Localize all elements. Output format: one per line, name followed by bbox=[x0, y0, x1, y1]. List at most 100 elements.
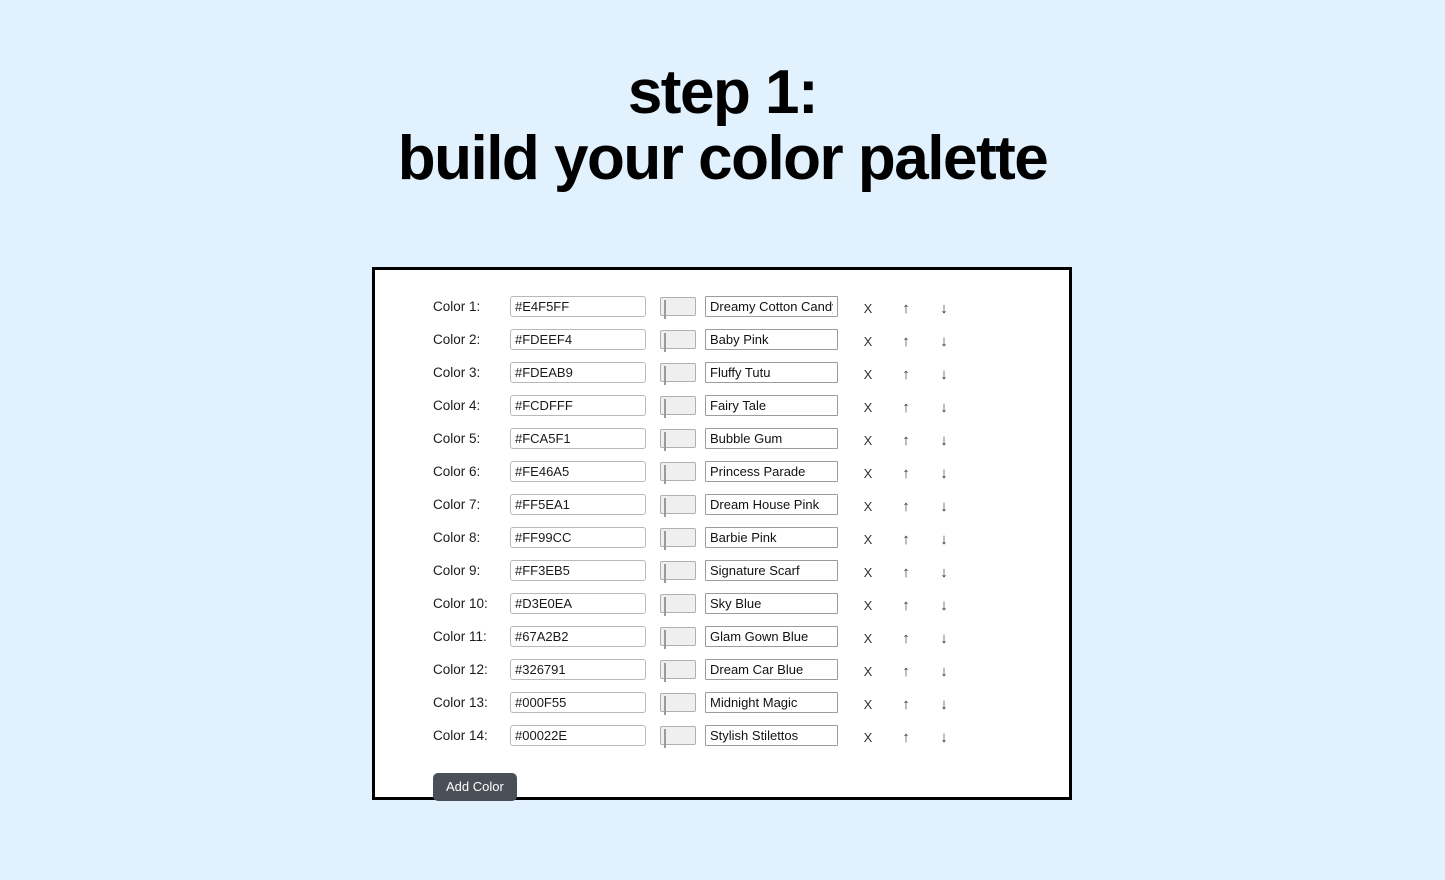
add-color-button[interactable]: Add Color bbox=[433, 773, 517, 801]
color-swatch-picker[interactable] bbox=[660, 330, 696, 352]
color-name-input[interactable] bbox=[705, 593, 838, 614]
color-swatch-fill bbox=[664, 333, 666, 352]
color-row: Color 6: X ↑ ↓ bbox=[433, 455, 952, 488]
move-down-arrow-icon[interactable]: ↓ bbox=[936, 466, 952, 481]
move-down-arrow-icon[interactable]: ↓ bbox=[936, 697, 952, 712]
color-swatch-picker[interactable] bbox=[660, 660, 696, 682]
move-up-arrow-icon[interactable]: ↑ bbox=[898, 631, 914, 646]
hex-value-input[interactable] bbox=[510, 626, 646, 647]
remove-color-button[interactable]: X bbox=[860, 698, 876, 711]
color-swatch-picker[interactable] bbox=[660, 594, 696, 616]
color-swatch-picker[interactable] bbox=[660, 495, 696, 517]
hex-value-input[interactable] bbox=[510, 395, 646, 416]
color-palette-card: Color 1:X↑↓Color 2:X↑↓Color 3:X↑↓Color 4… bbox=[372, 267, 1072, 801]
color-swatch-picker[interactable] bbox=[660, 462, 696, 484]
move-up-arrow-icon[interactable]: ↑ bbox=[898, 499, 914, 514]
move-down-arrow-icon[interactable]: ↓ bbox=[936, 664, 952, 679]
remove-color-button[interactable]: X bbox=[860, 302, 876, 315]
move-down-arrow-icon[interactable]: ↓ bbox=[936, 532, 952, 547]
page-title-line-2: build your color palette bbox=[397, 124, 1049, 193]
color-name-input[interactable] bbox=[705, 296, 838, 317]
color-swatch-picker[interactable] bbox=[660, 693, 696, 715]
color-name-input[interactable] bbox=[705, 692, 838, 713]
move-up-arrow-icon[interactable]: ↑ bbox=[898, 301, 914, 316]
color-name-input[interactable] bbox=[705, 329, 838, 350]
move-up-arrow-icon[interactable]: ↑ bbox=[898, 598, 914, 613]
move-down-arrow-icon[interactable]: ↓ bbox=[936, 400, 952, 415]
color-row-label: Color 4: bbox=[433, 398, 481, 413]
hex-value-input[interactable] bbox=[510, 428, 646, 449]
hex-value-input[interactable] bbox=[510, 461, 646, 482]
color-row: Color 1: X ↑ ↓ bbox=[433, 290, 952, 323]
remove-color-button[interactable]: X bbox=[860, 566, 876, 579]
move-down-arrow-icon[interactable]: ↓ bbox=[936, 367, 952, 382]
move-up-arrow-icon[interactable]: ↑ bbox=[898, 664, 914, 679]
hex-value-input[interactable] bbox=[510, 527, 646, 548]
color-name-input[interactable] bbox=[705, 494, 838, 515]
color-row: Color 5: X ↑ ↓ bbox=[433, 422, 952, 455]
move-up-arrow-icon[interactable]: ↑ bbox=[898, 433, 914, 448]
remove-color-button[interactable]: X bbox=[860, 731, 876, 744]
hex-value-input[interactable] bbox=[510, 593, 646, 614]
color-swatch-picker[interactable] bbox=[660, 363, 696, 385]
move-up-arrow-icon[interactable]: ↑ bbox=[898, 466, 914, 481]
hex-value-input[interactable] bbox=[510, 560, 646, 581]
color-name-input[interactable] bbox=[705, 725, 838, 746]
color-name-input[interactable] bbox=[705, 362, 838, 383]
remove-color-button[interactable]: X bbox=[860, 335, 876, 348]
remove-color-button[interactable]: X bbox=[860, 632, 876, 645]
remove-color-button[interactable]: X bbox=[860, 599, 876, 612]
move-down-arrow-icon[interactable]: ↓ bbox=[936, 565, 952, 580]
move-down-arrow-icon[interactable]: ↓ bbox=[936, 598, 952, 613]
remove-color-button[interactable]: X bbox=[860, 533, 876, 546]
move-up-arrow-icon[interactable]: ↑ bbox=[898, 400, 914, 415]
hex-value-input[interactable] bbox=[510, 659, 646, 680]
color-name-input[interactable] bbox=[705, 527, 838, 548]
hex-value-input[interactable] bbox=[510, 296, 646, 317]
move-down-arrow-icon[interactable]: ↓ bbox=[936, 631, 952, 646]
remove-color-button[interactable]: X bbox=[860, 467, 876, 480]
color-name-input[interactable] bbox=[705, 395, 838, 416]
color-swatch-fill bbox=[664, 399, 666, 418]
remove-color-button[interactable]: X bbox=[860, 401, 876, 414]
move-up-arrow-icon[interactable]: ↑ bbox=[898, 697, 914, 712]
move-up-arrow-icon[interactable]: ↑ bbox=[898, 367, 914, 382]
hex-value-input[interactable] bbox=[510, 725, 646, 746]
move-down-arrow-icon[interactable]: ↓ bbox=[936, 730, 952, 745]
color-swatch-picker[interactable] bbox=[660, 396, 696, 418]
hex-value-input[interactable] bbox=[510, 494, 646, 515]
color-swatch-fill bbox=[664, 729, 666, 748]
move-up-arrow-icon[interactable]: ↑ bbox=[898, 730, 914, 745]
move-down-arrow-icon[interactable]: ↓ bbox=[936, 499, 952, 514]
move-down-arrow-icon[interactable]: ↓ bbox=[936, 301, 952, 316]
move-down-arrow-icon[interactable]: ↓ bbox=[936, 334, 952, 349]
hex-value-input[interactable] bbox=[510, 362, 646, 383]
color-name-input[interactable] bbox=[705, 626, 838, 647]
color-swatch-picker[interactable] bbox=[660, 429, 696, 451]
color-name-input[interactable] bbox=[705, 428, 838, 449]
move-up-arrow-icon[interactable]: ↑ bbox=[898, 565, 914, 580]
move-down-arrow-icon[interactable]: ↓ bbox=[936, 433, 952, 448]
color-name-input[interactable] bbox=[705, 461, 838, 482]
color-row-label: Color 9: bbox=[433, 563, 481, 578]
color-swatch-picker[interactable] bbox=[660, 561, 696, 583]
move-up-arrow-icon[interactable]: ↑ bbox=[898, 532, 914, 547]
color-swatch-picker[interactable] bbox=[660, 726, 696, 748]
color-row: Color 2: X ↑ ↓ bbox=[433, 323, 952, 356]
color-swatch-picker[interactable] bbox=[660, 297, 696, 319]
color-name-input[interactable] bbox=[705, 560, 838, 581]
hex-value-input[interactable] bbox=[510, 329, 646, 350]
color-row: Color 7: X ↑ ↓ bbox=[433, 488, 952, 521]
color-row-label: Color 11: bbox=[433, 629, 487, 644]
color-swatch-picker[interactable] bbox=[660, 627, 696, 649]
remove-color-button[interactable]: X bbox=[860, 368, 876, 381]
remove-color-button[interactable]: X bbox=[860, 434, 876, 447]
color-rows-list: Color 1:X↑↓Color 2:X↑↓Color 3:X↑↓Color 4… bbox=[433, 290, 952, 752]
color-row-label: Color 14: bbox=[433, 728, 488, 743]
color-swatch-picker[interactable] bbox=[660, 528, 696, 550]
move-up-arrow-icon[interactable]: ↑ bbox=[898, 334, 914, 349]
hex-value-input[interactable] bbox=[510, 692, 646, 713]
remove-color-button[interactable]: X bbox=[860, 500, 876, 513]
color-name-input[interactable] bbox=[705, 659, 838, 680]
remove-color-button[interactable]: X bbox=[860, 665, 876, 678]
